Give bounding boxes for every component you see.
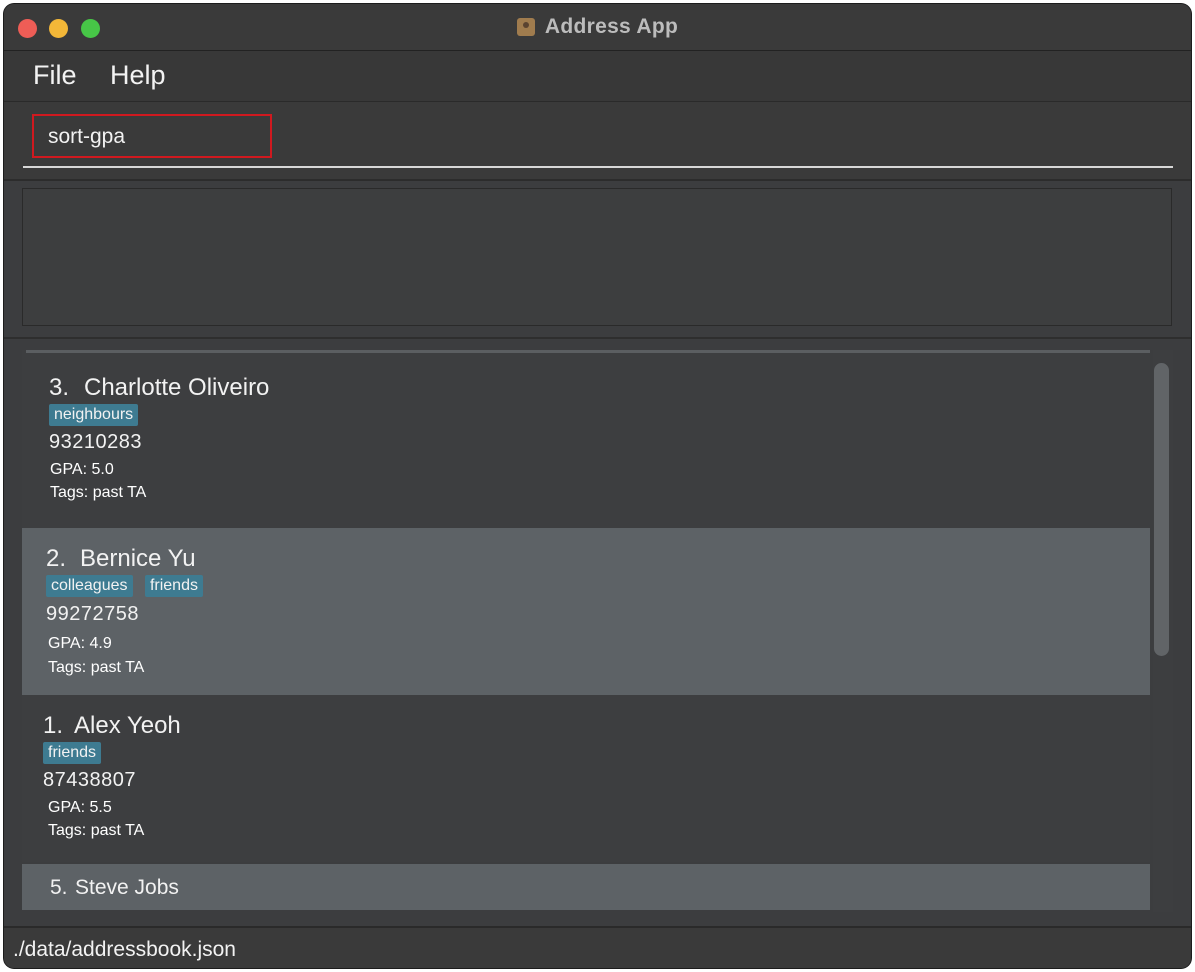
person-phone: 99272758 <box>46 603 139 625</box>
person-phone: 93210283 <box>49 431 142 453</box>
person-phone: 87438807 <box>43 769 136 791</box>
app-window: Address App File Help sort-gpa 3. Charlo… <box>4 4 1191 968</box>
person-name: Alex Yeoh <box>74 712 181 739</box>
person-extra-tags: Tags: past TA <box>48 659 145 676</box>
panel-divider <box>4 337 1191 339</box>
result-display <box>22 188 1172 326</box>
menu-file[interactable]: File <box>33 60 77 91</box>
person-extra-tags: Tags: past TA <box>48 822 145 839</box>
person-index: 3. <box>49 374 70 401</box>
status-bar: ./data/addressbook.json <box>4 926 1191 968</box>
command-underline <box>23 166 1173 168</box>
person-name: Charlotte Oliveiro <box>84 374 270 401</box>
person-card[interactable]: 1. Alex Yeoh friends 87438807 GPA: 5.5 T… <box>22 695 1150 862</box>
tag: neighbours <box>49 404 139 426</box>
window-title: Address App <box>544 15 679 38</box>
person-name: Bernice Yu <box>80 545 196 572</box>
person-card[interactable]: 5. Steve Jobs <box>22 864 1150 910</box>
command-box: sort-gpa <box>4 102 1191 181</box>
command-input[interactable]: sort-gpa <box>32 114 272 158</box>
person-card-selected[interactable]: 2. Bernice Yu colleagues friends 9927275… <box>22 528 1150 695</box>
tag: friends <box>43 742 102 764</box>
person-extra-tags: Tags: past TA <box>50 484 147 501</box>
menu-help[interactable]: Help <box>110 60 166 91</box>
save-location: ./data/addressbook.json <box>13 938 236 961</box>
tag: colleagues <box>46 575 133 597</box>
list-scrollbar-thumb[interactable] <box>1154 363 1169 656</box>
person-index: 1. <box>43 712 64 739</box>
person-index: 2. <box>46 545 67 572</box>
card-separator <box>26 350 1150 353</box>
person-index: 5. <box>50 876 68 899</box>
person-gpa: GPA: 5.5 <box>48 799 112 816</box>
tag-list: friends <box>43 742 109 764</box>
person-list[interactable]: 3. Charlotte Oliveiro neighbours 9321028… <box>22 350 1150 910</box>
title-bar: Address App <box>4 4 1191 51</box>
contacts-app-icon <box>516 18 535 36</box>
menu-bar: File Help <box>4 51 1191 102</box>
tag: friends <box>144 575 203 597</box>
tag-list: neighbours <box>49 404 146 426</box>
person-gpa: GPA: 4.9 <box>48 635 112 652</box>
person-gpa: GPA: 5.0 <box>50 461 114 478</box>
person-name: Steve Jobs <box>75 876 179 899</box>
person-card[interactable]: 3. Charlotte Oliveiro neighbours 9321028… <box>22 350 1150 528</box>
tag-list: colleagues friends <box>46 575 211 597</box>
